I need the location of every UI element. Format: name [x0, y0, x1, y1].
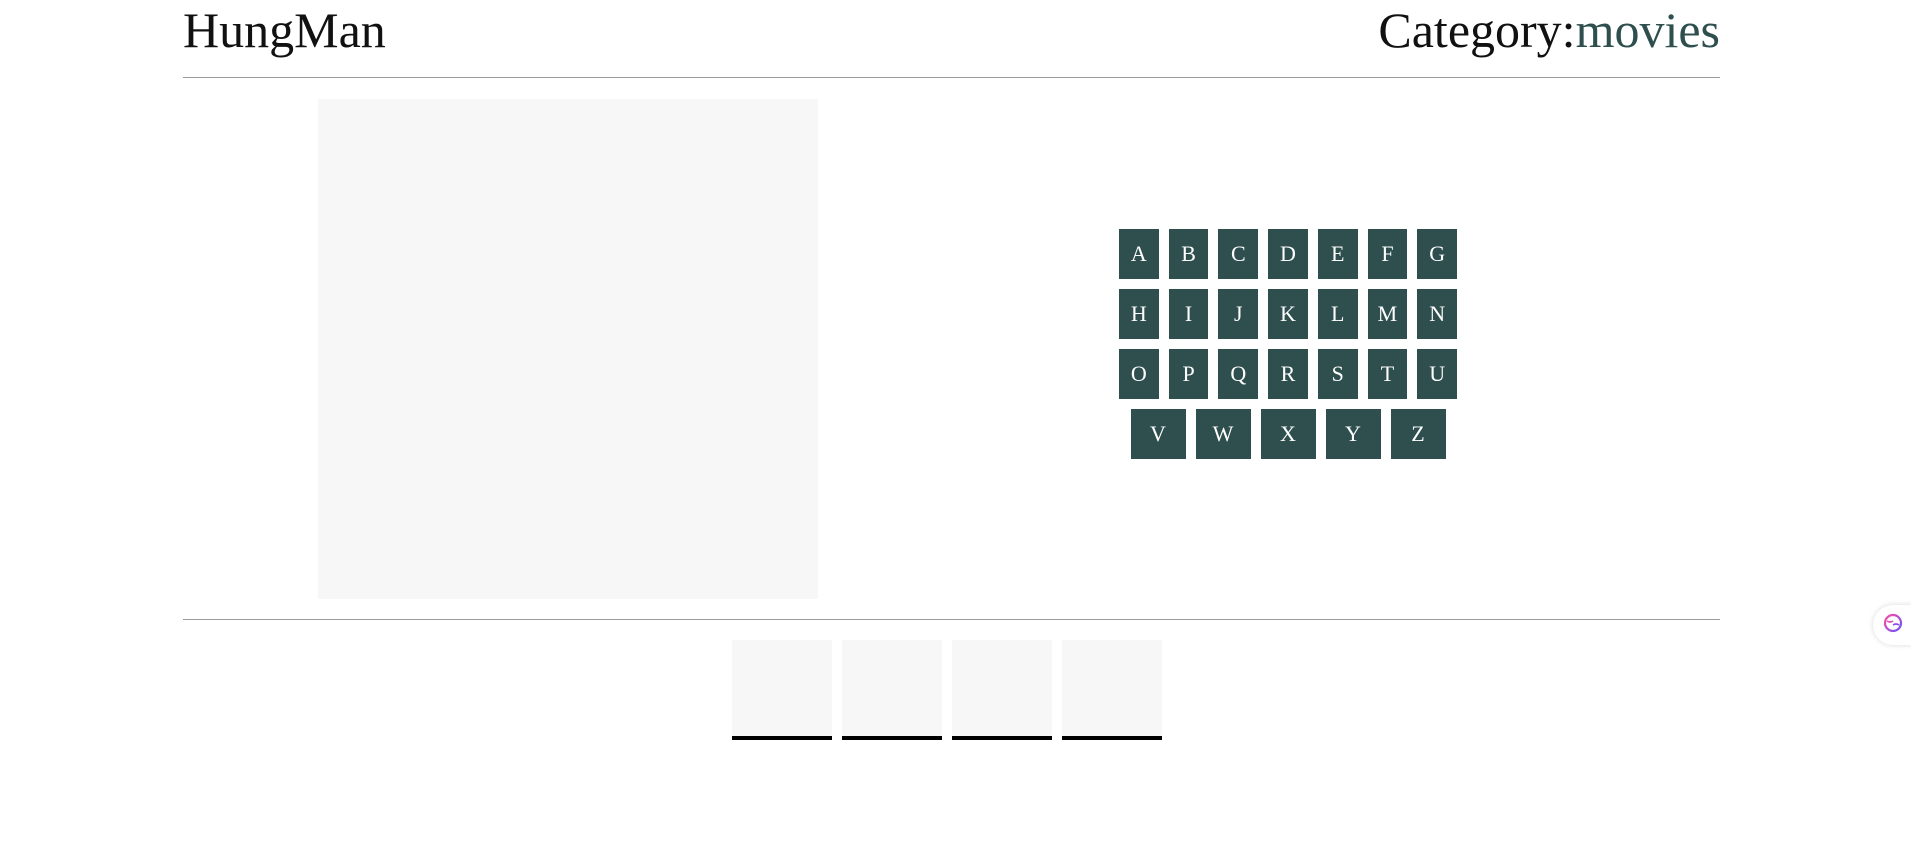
- letter-key-j[interactable]: J: [1218, 289, 1259, 339]
- letter-key-a[interactable]: A: [1118, 229, 1159, 279]
- letter-key-s[interactable]: S: [1317, 349, 1358, 399]
- letter-key-n[interactable]: N: [1417, 289, 1458, 339]
- game-title: HungMan: [183, 2, 386, 58]
- keyboard-row: OPQRSTU: [1118, 349, 1458, 399]
- letter-key-d[interactable]: D: [1268, 229, 1308, 279]
- letter-key-h[interactable]: H: [1118, 289, 1159, 339]
- letter-key-o[interactable]: O: [1118, 349, 1159, 399]
- letter-key-f[interactable]: F: [1367, 229, 1408, 279]
- letter-key-z[interactable]: Z: [1390, 409, 1446, 459]
- letter-slot: [842, 640, 942, 740]
- letter-key-t[interactable]: T: [1367, 349, 1408, 399]
- letter-key-i[interactable]: I: [1168, 289, 1209, 339]
- letter-key-g[interactable]: G: [1417, 229, 1458, 279]
- letter-key-u[interactable]: U: [1417, 349, 1458, 399]
- category-value: movies: [1575, 2, 1720, 58]
- letter-key-l[interactable]: L: [1317, 289, 1358, 339]
- letter-key-w[interactable]: W: [1195, 409, 1251, 459]
- category-label: Category:: [1378, 2, 1576, 58]
- divider: [183, 619, 1720, 620]
- letter-slot: [732, 640, 832, 740]
- letter-key-x[interactable]: X: [1260, 409, 1316, 459]
- word-slots: [732, 640, 1162, 740]
- letter-slot: [952, 640, 1052, 740]
- keyboard-row: VWXYZ: [1119, 409, 1457, 459]
- keyboard-row: ABCDEFG: [1118, 229, 1458, 279]
- letter-slot: [1062, 640, 1162, 740]
- assistant-widget-button[interactable]: [1873, 605, 1911, 645]
- header: HungMan Category:movies: [183, 0, 1720, 78]
- keyboard-row: HIJKLMN: [1118, 289, 1458, 339]
- letter-key-k[interactable]: K: [1268, 289, 1308, 339]
- hangman-drawing-area: [318, 99, 818, 599]
- letter-key-e[interactable]: E: [1317, 229, 1358, 279]
- letter-key-v[interactable]: V: [1130, 409, 1186, 459]
- letter-key-p[interactable]: P: [1168, 349, 1209, 399]
- brain-icon: [1883, 613, 1903, 638]
- letter-key-q[interactable]: Q: [1218, 349, 1259, 399]
- letter-keyboard: ABCDEFG HIJKLMN OPQRSTU VWXYZ: [1118, 229, 1458, 469]
- letter-key-b[interactable]: B: [1168, 229, 1209, 279]
- letter-key-r[interactable]: R: [1268, 349, 1308, 399]
- game-page: HungMan Category:movies ABCDEFG HIJKLMN OP…: [183, 0, 1720, 862]
- letter-key-m[interactable]: M: [1367, 289, 1408, 339]
- letter-key-y[interactable]: Y: [1325, 409, 1381, 459]
- letter-key-c[interactable]: C: [1218, 229, 1259, 279]
- category-display: Category:movies: [1378, 2, 1720, 58]
